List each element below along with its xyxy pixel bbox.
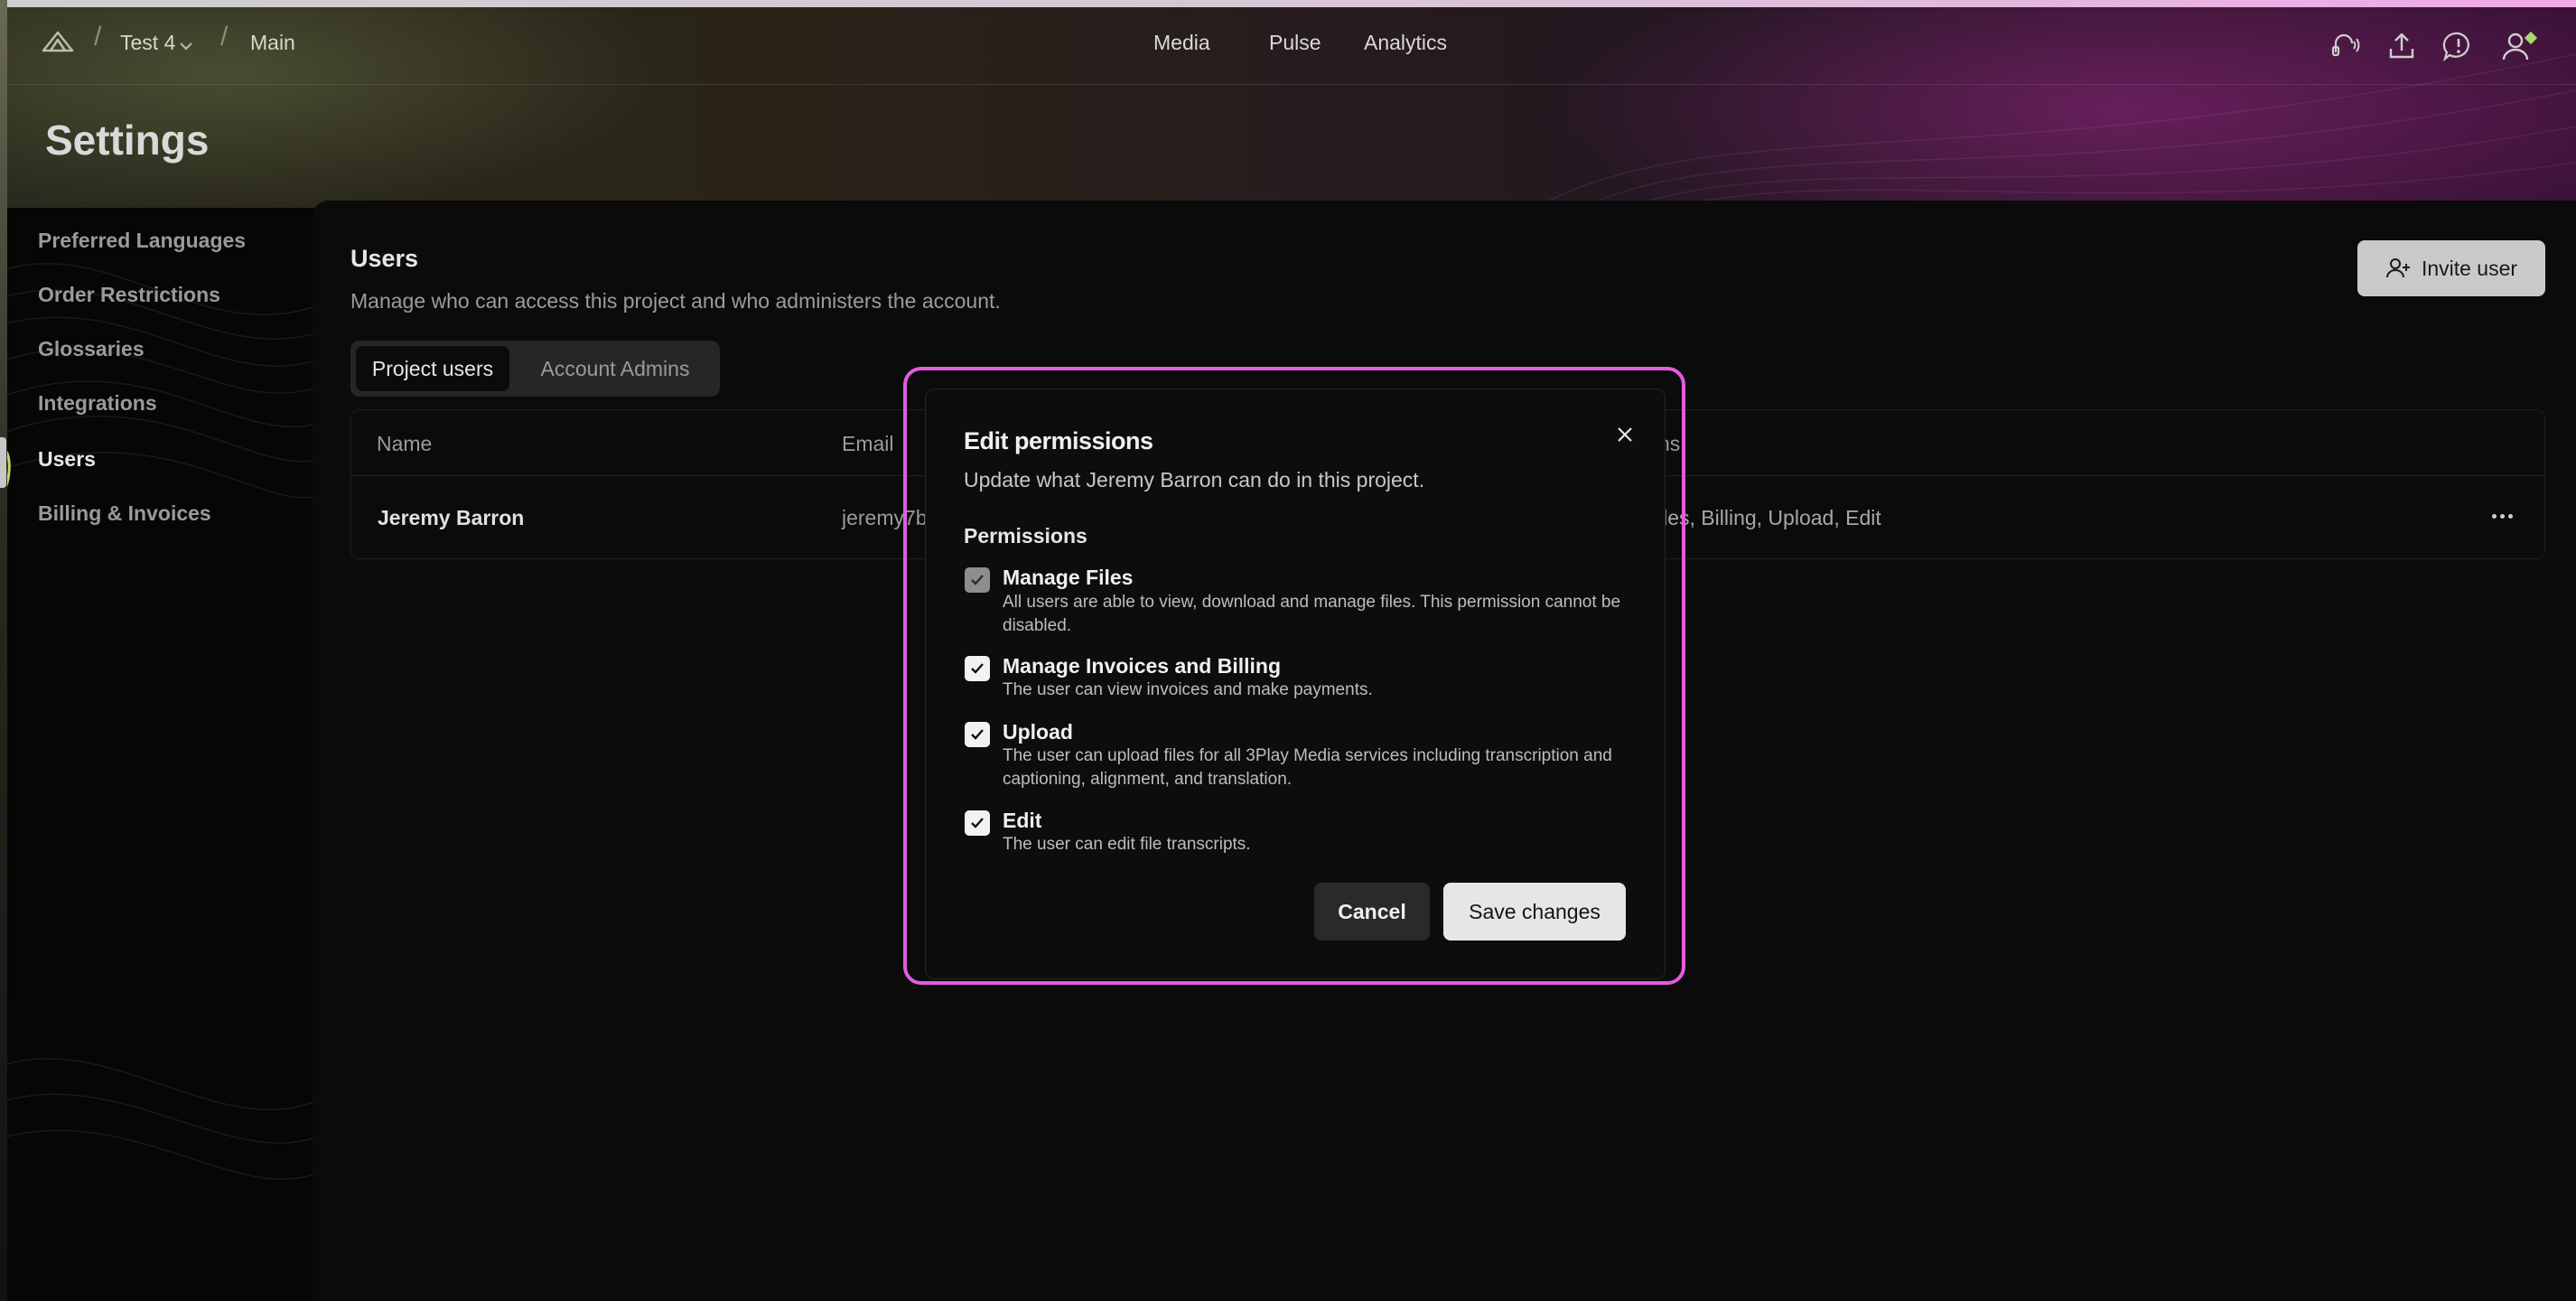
- invite-user-button[interactable]: Invite user: [2357, 240, 2545, 296]
- tab-project-users[interactable]: Project users: [356, 346, 509, 391]
- column-header-email: Email: [842, 432, 894, 455]
- section-subtitle: Manage who can access this project and w…: [350, 289, 1001, 313]
- user-tabs: Project users Account Admins: [350, 341, 720, 397]
- sidebar-item-users[interactable]: Users: [38, 447, 96, 472]
- sidebar-active-indicator: [0, 437, 6, 488]
- user-name-cell: Jeremy Barron: [378, 506, 525, 529]
- checkmark-icon: [971, 663, 984, 674]
- permission-title-edit: Edit: [1003, 809, 1042, 832]
- column-header-name: Name: [377, 432, 433, 455]
- checkmark-icon: [971, 729, 984, 740]
- chat-help-icon[interactable]: [2441, 29, 2476, 63]
- breadcrumb-project[interactable]: Test 4: [120, 31, 175, 55]
- permissions-heading: Permissions: [964, 524, 1087, 548]
- logo-icon[interactable]: [40, 27, 76, 54]
- chevron-down-icon[interactable]: [179, 42, 193, 51]
- app-window: / Test 4 / Main Media Pulse Analytics Se…: [0, 0, 2576, 1301]
- row-more-options-button[interactable]: [2484, 504, 2520, 528]
- breadcrumb-branch[interactable]: Main: [250, 31, 295, 55]
- window-top-strip: [0, 0, 2576, 7]
- edit-checkbox[interactable]: [965, 810, 990, 836]
- page-title: Settings: [45, 117, 210, 164]
- more-dot: [2499, 513, 2505, 519]
- cancel-button[interactable]: Cancel: [1314, 883, 1430, 941]
- permission-desc-upload: The user can upload files for all 3Play …: [1003, 746, 1612, 789]
- sidebar-item-glossaries[interactable]: Glossaries: [38, 337, 145, 361]
- dialog-title: Edit permissions: [964, 427, 1153, 454]
- sidebar-item-billing-invoices[interactable]: Billing & Invoices: [38, 501, 211, 526]
- dialog-subtitle: Update what Jeremy Barron can do in this…: [964, 468, 1425, 491]
- section-title: Users: [350, 245, 419, 272]
- window-left-edge: [0, 0, 7, 1301]
- checkmark-icon: [971, 818, 984, 828]
- user-permissions-cell: iles, Billing, Upload, Edit: [1658, 506, 1881, 529]
- tab-account-admins[interactable]: Account Admins: [520, 346, 710, 391]
- permission-desc-edit: The user can edit file transcripts.: [1003, 835, 1251, 854]
- nav-pulse[interactable]: Pulse: [1269, 31, 1321, 55]
- manage-files-checkbox: [965, 567, 990, 593]
- close-icon[interactable]: [1611, 421, 1638, 448]
- sidebar-item-order-restrictions[interactable]: Order Restrictions: [38, 283, 220, 307]
- breadcrumb-separator: /: [220, 22, 229, 51]
- checkmark-icon: [971, 575, 984, 585]
- upload-icon[interactable]: [2385, 29, 2419, 63]
- more-dot: [2491, 513, 2497, 519]
- invite-user-label: Invite user: [2421, 256, 2518, 280]
- manage-invoices-billing-checkbox[interactable]: [965, 656, 990, 681]
- permission-desc-manage-files: All users are able to view, download and…: [1003, 593, 1621, 635]
- permission-title-upload: Upload: [1003, 720, 1073, 744]
- nav-analytics[interactable]: Analytics: [1364, 31, 1447, 55]
- save-changes-button[interactable]: Save changes: [1443, 883, 1626, 941]
- more-dot: [2507, 513, 2513, 519]
- upload-checkbox[interactable]: [965, 722, 990, 747]
- sidebar-item-preferred-languages[interactable]: Preferred Languages: [38, 229, 246, 253]
- sidebar-item-integrations[interactable]: Integrations: [38, 391, 157, 416]
- permission-desc-manage-invoices-billing: The user can view invoices and make paym…: [1003, 680, 1373, 699]
- user-plus-icon: [2385, 258, 2410, 278]
- nav-media[interactable]: Media: [1153, 31, 1210, 55]
- breadcrumb-separator: /: [94, 22, 102, 51]
- headset-icon[interactable]: [2327, 29, 2361, 63]
- permission-title-manage-files: Manage Files: [1003, 566, 1134, 589]
- permission-title-manage-invoices-billing: Manage Invoices and Billing: [1003, 654, 1282, 678]
